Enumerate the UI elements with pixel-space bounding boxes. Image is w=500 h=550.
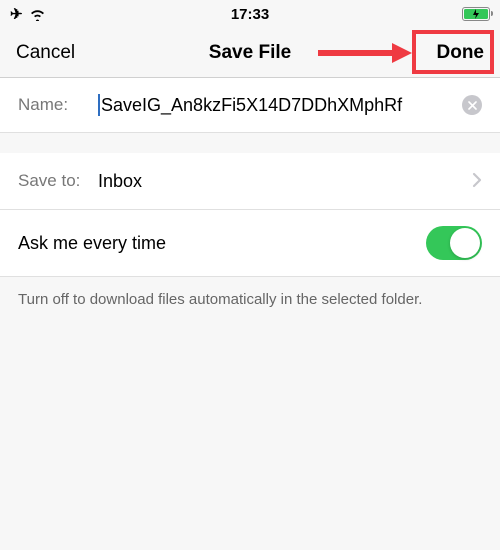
battery-icon [462, 7, 490, 21]
status-bar: ✈ 17:33 [0, 0, 500, 28]
done-button[interactable]: Done [437, 42, 485, 64]
page-title: Save File [209, 42, 291, 64]
status-right [462, 7, 490, 21]
ask-every-time-label: Ask me every time [18, 233, 166, 254]
name-input[interactable]: SaveIG_An8kzFi5X14D7DDhXMphRf [98, 94, 456, 116]
save-to-row[interactable]: Save to: Inbox [0, 153, 500, 210]
header: Cancel Save File Done [0, 28, 500, 78]
clear-text-button[interactable] [462, 95, 482, 115]
chevron-right-icon [472, 169, 482, 193]
wifi-icon [29, 8, 46, 21]
name-value: SaveIG_An8kzFi5X14D7DDhXMphRf [101, 95, 402, 116]
status-left: ✈ [10, 5, 46, 23]
name-label: Name: [18, 95, 98, 115]
toggle-knob [450, 228, 480, 258]
name-row[interactable]: Name: SaveIG_An8kzFi5X14D7DDhXMphRf [0, 78, 500, 133]
save-to-label: Save to: [18, 171, 98, 191]
footer-description: Turn off to download files automatically… [0, 277, 500, 322]
section-gap [0, 133, 500, 153]
ask-every-time-toggle[interactable] [426, 226, 482, 260]
save-to-value: Inbox [98, 171, 142, 192]
status-time: 17:33 [231, 6, 269, 23]
text-cursor [98, 94, 100, 116]
cancel-button[interactable]: Cancel [16, 42, 75, 64]
battery-charging-icon [464, 9, 488, 19]
airplane-mode-icon: ✈ [10, 5, 23, 23]
ask-every-time-row: Ask me every time [0, 210, 500, 277]
